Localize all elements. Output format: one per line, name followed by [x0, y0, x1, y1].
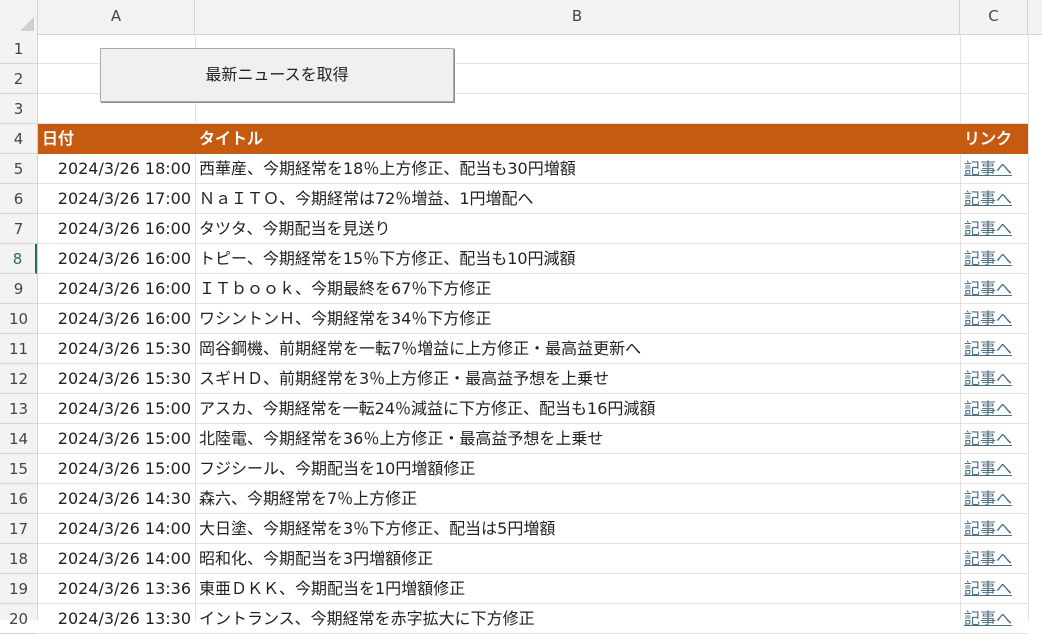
date-cell[interactable]: 2024/3/26 16:00 — [38, 304, 195, 333]
row-header[interactable]: 20 — [0, 604, 37, 634]
table-header-row: 日付 タイトル リンク — [38, 124, 1028, 154]
date-cell[interactable]: 2024/3/26 15:30 — [38, 334, 195, 363]
table-row[interactable]: 2024/3/26 14:00 大日塗、今期経常を3％下方修正、配当は5円増額 記事… — [38, 514, 1028, 544]
title-cell[interactable]: 北陸電、今期経常を36％上方修正・最高益予想を上乗せ — [195, 424, 960, 453]
row-header[interactable]: 8 — [0, 244, 37, 274]
row-header[interactable]: 10 — [0, 304, 37, 334]
table-row[interactable]: 2024/3/26 16:00 ワシントンＨ、今期経常を34％下方修正 記事へ — [38, 304, 1028, 334]
table-row[interactable]: 2024/3/26 17:00 ＮａＩＴＯ、今期経常は72％増益、1円増配へ 記事へ — [38, 184, 1028, 214]
title-cell[interactable]: タツタ、今期配当を見送り — [195, 214, 960, 243]
article-link[interactable]: 記事へ — [960, 424, 1028, 453]
title-cell[interactable]: トピー、今期経常を15％下方修正、配当も10円減額 — [195, 244, 960, 273]
article-link[interactable]: 記事へ — [960, 244, 1028, 273]
row-header[interactable]: 3 — [0, 94, 37, 124]
article-link[interactable]: 記事へ — [960, 514, 1028, 543]
table-row[interactable]: 2024/3/26 13:30 イントランス、今期経常を赤字拡大に下方修正 記事へ — [38, 604, 1028, 634]
article-link[interactable]: 記事へ — [960, 304, 1028, 333]
date-cell[interactable]: 2024/3/26 15:00 — [38, 424, 195, 453]
table-row[interactable]: 2024/3/26 14:00 昭和化、今期配当を3円増額修正 記事へ — [38, 544, 1028, 574]
date-cell[interactable]: 2024/3/26 14:30 — [38, 484, 195, 513]
table-row[interactable]: 2024/3/26 16:00 タツタ、今期配当を見送り 記事へ — [38, 214, 1028, 244]
table-row[interactable]: 2024/3/26 15:30 スギＨＤ、前期経常を3％上方修正・最高益予想を上乗… — [38, 364, 1028, 394]
row-header[interactable]: 17 — [0, 514, 37, 544]
column-header-bar: A B C — [0, 0, 1042, 35]
title-cell[interactable]: ＩＴｂｏｏｋ、今期最終を67％下方修正 — [195, 274, 960, 303]
column-header-a[interactable]: A — [38, 0, 195, 34]
title-cell[interactable]: アスカ、今期経常を一転24％減益に下方修正、配当も16円減額 — [195, 394, 960, 423]
row-header[interactable]: 16 — [0, 484, 37, 514]
row-header[interactable]: 6 — [0, 184, 37, 214]
date-cell[interactable]: 2024/3/26 15:30 — [38, 364, 195, 393]
date-cell[interactable]: 2024/3/26 18:00 — [38, 154, 195, 183]
article-link[interactable]: 記事へ — [960, 574, 1028, 603]
date-cell[interactable]: 2024/3/26 16:00 — [38, 214, 195, 243]
article-link[interactable]: 記事へ — [960, 604, 1028, 633]
row-header[interactable]: 15 — [0, 454, 37, 484]
fetch-latest-news-button[interactable]: 最新ニュースを取得 — [100, 48, 454, 102]
title-cell[interactable]: 岡谷鋼機、前期経常を一転7％増益に上方修正・最高益更新へ — [195, 334, 960, 363]
row-header[interactable]: 18 — [0, 544, 37, 574]
title-cell[interactable]: ワシントンＨ、今期経常を34％下方修正 — [195, 304, 960, 333]
row-header[interactable]: 2 — [0, 64, 37, 94]
article-link[interactable]: 記事へ — [960, 274, 1028, 303]
date-cell[interactable]: 2024/3/26 13:36 — [38, 574, 195, 603]
row-header[interactable]: 14 — [0, 424, 37, 454]
header-title[interactable]: タイトル — [195, 124, 263, 154]
date-cell[interactable]: 2024/3/26 15:00 — [38, 394, 195, 423]
article-link[interactable]: 記事へ — [960, 364, 1028, 393]
article-link[interactable]: 記事へ — [960, 184, 1028, 213]
spreadsheet: A B C 1 2 3 4 5 6 7 8 9 10 11 12 13 14 15 16 17 18 19 20 20… — [0, 0, 1042, 634]
table-row[interactable]: 2024/3/26 13:36 東亜ＤＫＫ、今期配当を1円増額修正 記事へ — [38, 574, 1028, 604]
row-header[interactable]: 7 — [0, 214, 37, 244]
article-link[interactable]: 記事へ — [960, 484, 1028, 513]
row-header[interactable]: 12 — [0, 364, 37, 394]
table-row[interactable]: 2024/3/26 15:30 岡谷鋼機、前期経常を一転7％増益に上方修正・最高益… — [38, 334, 1028, 364]
title-cell[interactable]: 西華産、今期経常を18％上方修正、配当も30円増額 — [195, 154, 960, 183]
article-link[interactable]: 記事へ — [960, 544, 1028, 573]
date-cell[interactable]: 2024/3/26 14:00 — [38, 544, 195, 573]
table-row[interactable]: 2024/3/26 16:00 ＩＴｂｏｏｋ、今期最終を67％下方修正 記事へ — [38, 274, 1028, 304]
row-header[interactable]: 11 — [0, 334, 37, 364]
title-cell[interactable]: 昭和化、今期配当を3円増額修正 — [195, 544, 960, 573]
select-all-triangle-icon — [20, 17, 34, 31]
column-header-b[interactable]: B — [195, 0, 960, 34]
table-row[interactable]: 2024/3/26 18:00 西華産、今期経常を18％上方修正、配当も30円増額… — [38, 154, 1028, 184]
row-header[interactable]: 13 — [0, 394, 37, 424]
title-cell[interactable]: イントランス、今期経常を赤字拡大に下方修正 — [195, 604, 960, 633]
date-cell[interactable]: 2024/3/26 13:30 — [38, 604, 195, 633]
article-link[interactable]: 記事へ — [960, 394, 1028, 423]
date-cell[interactable]: 2024/3/26 16:00 — [38, 274, 195, 303]
title-cell[interactable]: フジシール、今期配当を10円増額修正 — [195, 454, 960, 483]
date-cell[interactable]: 2024/3/26 14:00 — [38, 514, 195, 543]
date-cell[interactable]: 2024/3/26 17:00 — [38, 184, 195, 213]
row-header[interactable]: 4 — [0, 124, 37, 154]
title-cell[interactable]: 森六、今期経常を7％上方修正 — [195, 484, 960, 513]
row-header[interactable]: 9 — [0, 274, 37, 304]
article-link[interactable]: 記事へ — [960, 214, 1028, 243]
title-cell[interactable]: 大日塗、今期経常を3％下方修正、配当は5円増額 — [195, 514, 960, 543]
title-cell[interactable]: スギＨＤ、前期経常を3％上方修正・最高益予想を上乗せ — [195, 364, 960, 393]
table-row[interactable]: 2024/3/26 16:00 トピー、今期経常を15％下方修正、配当も10円減額… — [38, 244, 1028, 274]
title-cell[interactable]: 東亜ＤＫＫ、今期配当を1円増額修正 — [195, 574, 960, 603]
table-row[interactable]: 2024/3/26 15:00 北陸電、今期経常を36％上方修正・最高益予想を上乗… — [38, 424, 1028, 454]
article-link[interactable]: 記事へ — [960, 154, 1028, 183]
select-all-corner[interactable] — [0, 0, 38, 34]
title-cell[interactable]: ＮａＩＴＯ、今期経常は72％増益、1円増配へ — [195, 184, 960, 213]
article-link[interactable]: 記事へ — [960, 334, 1028, 363]
column-header-c[interactable]: C — [960, 0, 1028, 34]
date-cell[interactable]: 2024/3/26 16:00 — [38, 244, 195, 273]
row-header[interactable]: 19 — [0, 574, 37, 604]
row-header[interactable]: 1 — [0, 34, 37, 64]
article-link[interactable]: 記事へ — [960, 454, 1028, 483]
table-row[interactable]: 2024/3/26 14:30 森六、今期経常を7％上方修正 記事へ — [38, 484, 1028, 514]
table-row[interactable]: 2024/3/26 15:00 アスカ、今期経常を一転24％減益に下方修正、配当も… — [38, 394, 1028, 424]
gridline — [1028, 34, 1029, 620]
header-link[interactable]: リンク — [960, 124, 1012, 154]
table-row[interactable]: 2024/3/26 15:00 フジシール、今期配当を10円増額修正 記事へ — [38, 454, 1028, 484]
header-date[interactable]: 日付 — [38, 124, 74, 154]
row-header[interactable]: 5 — [0, 154, 37, 184]
date-cell[interactable]: 2024/3/26 15:00 — [38, 454, 195, 483]
